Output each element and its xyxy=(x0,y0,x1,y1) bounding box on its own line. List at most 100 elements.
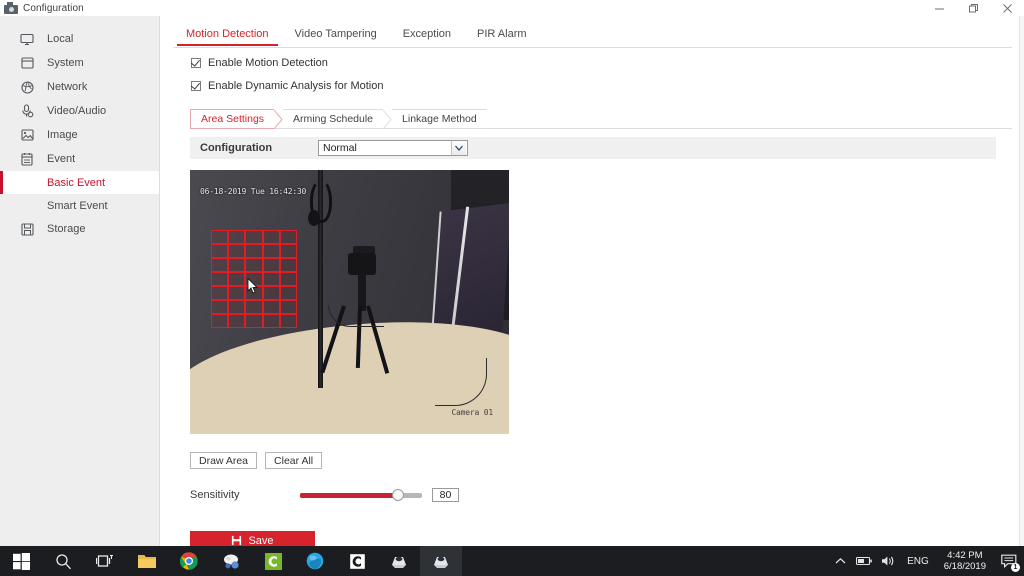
camtasia-button[interactable] xyxy=(252,546,294,576)
configuration-select[interactable]: Normal xyxy=(318,140,468,156)
chevron-up-icon[interactable] xyxy=(828,546,852,576)
sidebar-item-network[interactable]: Network xyxy=(0,75,159,99)
motion-grid-cell[interactable] xyxy=(211,286,229,300)
tab-pir-alarm[interactable]: PIR Alarm xyxy=(464,26,540,45)
hik-tool-2-button[interactable] xyxy=(420,546,462,576)
volume-icon[interactable] xyxy=(876,546,900,576)
sidebar-item-event[interactable]: Event xyxy=(0,147,159,171)
sidebar-subitem-label: Smart Event xyxy=(47,199,108,212)
chrome-button[interactable] xyxy=(168,546,210,576)
enable-motion-detection-checkbox[interactable] xyxy=(191,58,201,68)
subtab-linkage-method[interactable]: Linkage Method xyxy=(392,109,487,129)
clear-all-button[interactable]: Clear All xyxy=(265,452,323,469)
sidebar-item-storage[interactable]: Storage xyxy=(0,217,159,241)
subtab-area-settings[interactable]: Area Settings xyxy=(190,109,283,129)
motion-grid-cell[interactable] xyxy=(262,230,280,244)
configuration-row: Configuration Normal xyxy=(190,137,996,159)
button-label: Clear All xyxy=(274,454,314,467)
video-preview[interactable]: 06-18-2019 Tue 16:42:30 Camera 01 xyxy=(190,170,509,434)
video-panel-object xyxy=(430,202,509,344)
start-button[interactable] xyxy=(0,546,42,576)
motion-grid-cell[interactable] xyxy=(279,244,297,258)
file-explorer-button[interactable] xyxy=(126,546,168,576)
motion-grid-cell[interactable] xyxy=(211,272,229,286)
motion-grid-cell[interactable] xyxy=(262,244,280,258)
system-tray: ENG 4:42 PM 6/18/2019 1 xyxy=(828,546,1024,576)
sidebar-item-local[interactable]: Local xyxy=(0,27,159,51)
sidebar-item-video-audio[interactable]: Video/Audio xyxy=(0,99,159,123)
subtab-label: Linkage Method xyxy=(402,113,477,125)
motion-grid-cell[interactable] xyxy=(211,230,229,244)
motion-grid-cell[interactable] xyxy=(245,244,263,258)
blue-globe-button[interactable] xyxy=(294,546,336,576)
battery-icon[interactable] xyxy=(852,546,876,576)
motion-grid-cell[interactable] xyxy=(279,272,297,286)
enable-dynamic-analysis-row[interactable]: Enable Dynamic Analysis for Motion xyxy=(191,80,383,92)
sidebar-item-system[interactable]: System xyxy=(0,51,159,75)
sensitivity-slider[interactable] xyxy=(300,488,422,501)
paint-3d-button[interactable] xyxy=(210,546,252,576)
motion-grid-cell[interactable] xyxy=(228,272,246,286)
motion-grid-cell[interactable] xyxy=(228,300,246,314)
motion-grid-cell[interactable] xyxy=(245,258,263,272)
camtasia-editor-button[interactable] xyxy=(336,546,378,576)
motion-grid-cell[interactable] xyxy=(279,286,297,300)
save-button-label: Save xyxy=(248,534,274,547)
language-indicator[interactable]: ENG xyxy=(900,556,936,567)
motion-grid-cell[interactable] xyxy=(262,272,280,286)
content-scrollbar[interactable] xyxy=(1019,16,1024,546)
tab-video-tampering[interactable]: Video Tampering xyxy=(282,26,390,45)
search-button[interactable] xyxy=(42,546,84,576)
sensitivity-slider-fill xyxy=(300,492,398,498)
motion-grid-cell[interactable] xyxy=(211,258,229,272)
sub-tab-bar: Area Settings Arming Schedule Linkage Me… xyxy=(190,109,1012,129)
sidebar-item-smart-event[interactable]: Smart Event xyxy=(0,194,159,217)
hik-tool-1-button[interactable] xyxy=(378,546,420,576)
motion-grid-cell[interactable] xyxy=(245,300,263,314)
motion-grid-cell[interactable] xyxy=(279,258,297,272)
motion-grid-cell[interactable] xyxy=(245,230,263,244)
monitor-icon xyxy=(18,31,36,47)
subtab-label: Area Settings xyxy=(201,113,265,125)
mouse-cursor xyxy=(247,277,259,294)
notification-icon[interactable]: 1 xyxy=(994,546,1024,576)
motion-grid-cell[interactable] xyxy=(262,286,280,300)
sidebar-item-basic-event[interactable]: Basic Event xyxy=(0,171,159,194)
enable-dynamic-analysis-checkbox[interactable] xyxy=(191,81,201,91)
motion-grid-cell[interactable] xyxy=(262,314,280,328)
motion-grid-cell[interactable] xyxy=(211,300,229,314)
mic-icon xyxy=(18,103,36,119)
sidebar-item-image[interactable]: Image xyxy=(0,123,159,147)
motion-grid-cell[interactable] xyxy=(279,314,297,328)
sensitivity-value[interactable]: 80 xyxy=(432,488,459,502)
motion-grid-cell[interactable] xyxy=(262,258,280,272)
app-root: Configuration Local System Network Video… xyxy=(0,0,1024,576)
motion-grid-cell[interactable] xyxy=(228,286,246,300)
tab-motion-detection[interactable]: Motion Detection xyxy=(173,26,282,46)
video-timestamp: 06-18-2019 Tue 16:42:30 xyxy=(200,187,307,196)
motion-grid-cell[interactable] xyxy=(262,300,280,314)
tab-exception[interactable]: Exception xyxy=(390,26,464,45)
motion-grid-cell[interactable] xyxy=(245,314,263,328)
close-button[interactable] xyxy=(990,0,1024,16)
task-view-button[interactable] xyxy=(84,546,126,576)
minimize-button[interactable] xyxy=(922,0,956,16)
camera-icon xyxy=(4,2,18,14)
sidebar: Local System Network Video/Audio Image E… xyxy=(0,16,160,546)
restore-button[interactable] xyxy=(956,0,990,16)
clock[interactable]: 4:42 PM 6/18/2019 xyxy=(936,550,994,572)
motion-grid-cell[interactable] xyxy=(211,244,229,258)
floppy-icon xyxy=(231,535,243,546)
subtab-arming-schedule[interactable]: Arming Schedule xyxy=(283,109,392,129)
motion-grid-cell[interactable] xyxy=(211,314,229,328)
motion-grid-cell[interactable] xyxy=(228,258,246,272)
motion-grid-cell[interactable] xyxy=(279,300,297,314)
sensitivity-slider-handle[interactable] xyxy=(391,488,404,501)
enable-motion-detection-row[interactable]: Enable Motion Detection xyxy=(191,57,328,69)
motion-grid-cell[interactable] xyxy=(228,314,246,328)
motion-grid-cell[interactable] xyxy=(228,230,246,244)
chevron-down-icon[interactable] xyxy=(451,141,466,155)
draw-area-button[interactable]: Draw Area xyxy=(190,452,258,469)
motion-grid-cell[interactable] xyxy=(279,230,297,244)
motion-grid-cell[interactable] xyxy=(228,244,246,258)
